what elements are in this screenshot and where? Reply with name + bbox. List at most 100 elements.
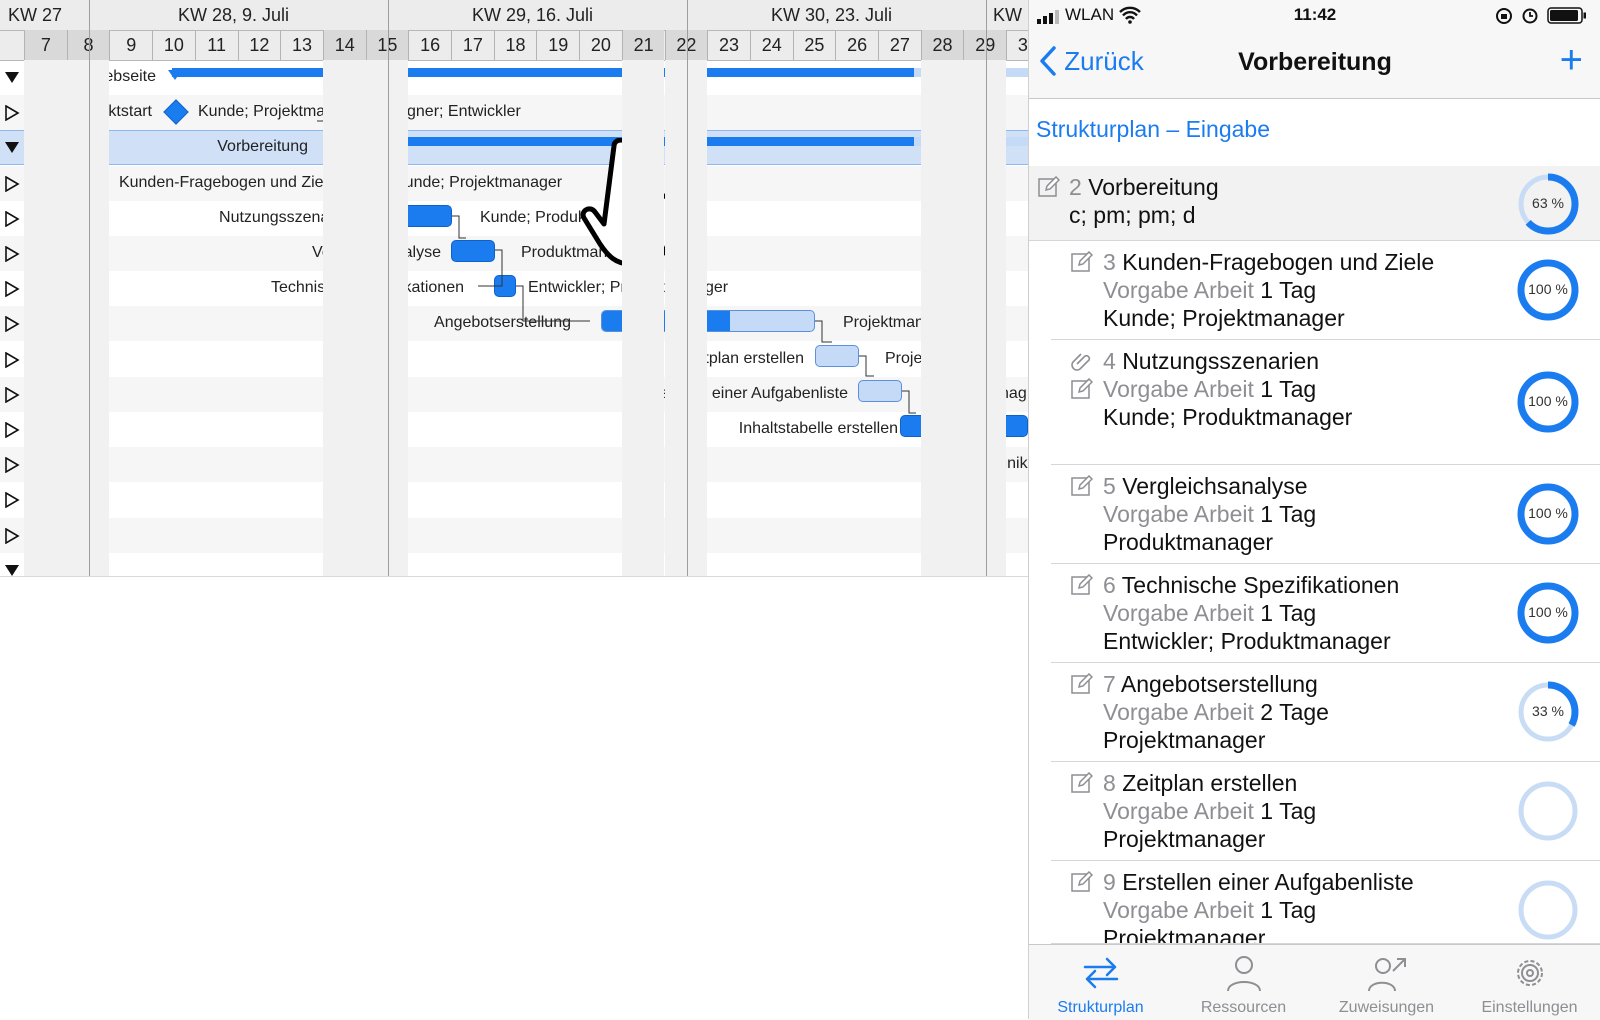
edit-icon[interactable]	[1071, 573, 1094, 596]
battery-icon	[1547, 7, 1587, 30]
task-number: 8	[1103, 770, 1116, 796]
task-row[interactable]	[0, 553, 1028, 576]
task-row[interactable]: 6 Technische Spezifikationen Vorgabe Arbe…	[1029, 564, 1600, 663]
disclosure-collapsed-icon[interactable]	[4, 175, 20, 192]
disclosure-expanded-icon[interactable]	[4, 70, 20, 86]
task-row[interactable]	[0, 518, 1028, 553]
progress-label: 100 %	[1528, 281, 1568, 297]
tab-zuweisungen[interactable]: Zuweisungen	[1315, 945, 1458, 1020]
attachment-icon[interactable]	[1071, 350, 1093, 372]
task-row[interactable]: 4 Nutzungsszenarien Vorgabe Arbeit 1 Tag K…	[1029, 340, 1600, 465]
task-row[interactable]: 7 Angebotserstellung Vorgabe Arbeit 2 Tag…	[1029, 663, 1600, 762]
edit-icon[interactable]	[1071, 250, 1094, 273]
structure-plan-link[interactable]: Strukturplan – Eingabe	[1036, 116, 1270, 143]
tab-ressourcen[interactable]: Ressourcen	[1172, 945, 1315, 1020]
task-row[interactable]	[0, 342, 1028, 377]
work-value: 2 Tage	[1260, 699, 1329, 725]
disclosure-collapsed-icon[interactable]	[4, 527, 20, 544]
disclosure-collapsed-icon[interactable]	[4, 280, 20, 298]
task-work: Vorgabe Arbeit 1 Tag	[1103, 277, 1316, 304]
disclosure-collapsed-icon[interactable]	[4, 491, 20, 509]
disclosure-collapsed-icon[interactable]	[4, 351, 20, 368]
day-header: 18	[493, 30, 537, 60]
task-detail-panel: WLAN 11:42 Zurück Vorbereitung + Struktu…	[1028, 0, 1600, 1020]
task-name: Vergleichsanalyse	[1122, 473, 1308, 499]
alarm-icon	[1521, 6, 1539, 29]
week-header: KW 30, 23. Juli	[687, 0, 986, 30]
task-bar[interactable]	[494, 275, 516, 297]
progress-label: 63 %	[1532, 195, 1564, 211]
disclosure-collapsed-icon[interactable]	[4, 245, 20, 263]
task-resources: Entwickler; Produktmanager	[1103, 628, 1391, 654]
task-bar[interactable]	[815, 345, 859, 367]
resource-names: Kunde; Produkt	[480, 208, 591, 226]
task-bar[interactable]	[858, 380, 902, 402]
rotation-lock-icon	[1495, 7, 1513, 30]
tab-label: Zuweisungen	[1338, 999, 1435, 1016]
task-bar[interactable]	[451, 240, 495, 262]
task-row[interactable]: 8 Zeitplan erstellen Vorgabe Arbeit 1 Tag…	[1029, 762, 1600, 861]
disclosure-collapsed-icon[interactable]	[4, 456, 20, 474]
weekend-shade	[920, 60, 964, 576]
task-name: Inhaltstabelle erstellen	[738, 420, 898, 437]
week-header: KW 27	[8, 5, 63, 25]
day-header: 16	[408, 30, 451, 60]
week-divider	[986, 0, 987, 576]
task-resources: Kunde; Projektmanager	[1103, 305, 1345, 331]
disclosure-collapsed-icon[interactable]	[4, 386, 20, 404]
edit-icon[interactable]	[1071, 672, 1094, 695]
tab-label: Strukturplan	[1057, 999, 1144, 1016]
edit-icon[interactable]	[1071, 474, 1094, 497]
disclosure-expanded-icon[interactable]	[4, 563, 20, 576]
disclosure-collapsed-icon[interactable]	[4, 104, 20, 122]
task-title: 4 Nutzungsszenarien	[1103, 348, 1319, 375]
day-header: 9	[109, 30, 152, 60]
day-header-row: 7891011121314151617181920212223242526272…	[0, 30, 1028, 61]
task-row[interactable]: 3 Kunden-Fragebogen und Ziele Vorgabe Arb…	[1029, 241, 1600, 340]
task-row-selected[interactable]	[0, 130, 1028, 166]
week-divider	[388, 0, 389, 576]
week-header: KW 29, 16. Juli	[388, 0, 687, 30]
parent-task-row[interactable]: 2 Vorbereitung c; pm; pm; d 63 %	[1029, 166, 1600, 241]
tab-einstellungen[interactable]: Einstellungen	[1458, 945, 1600, 1020]
task-row[interactable]: 5 Vergleichsanalyse Vorgabe Arbeit 1 Tag P…	[1029, 465, 1600, 564]
task-row[interactable]	[0, 482, 1028, 517]
disclosure-collapsed-icon[interactable]	[4, 315, 20, 333]
day-header: 12	[237, 30, 281, 60]
task-name: Vorbereitung	[217, 138, 308, 156]
edit-icon[interactable]	[1071, 377, 1094, 400]
day-header: 27	[878, 30, 921, 60]
disclosure-collapsed-icon[interactable]	[4, 210, 20, 228]
week-divider	[89, 0, 90, 576]
progress-ring	[1518, 880, 1578, 940]
day-header: 26	[835, 30, 878, 60]
weekend-shade	[664, 60, 708, 576]
disclosure-expanded-icon[interactable]	[4, 140, 20, 156]
edit-icon[interactable]	[1071, 771, 1094, 794]
work-value: 1 Tag	[1260, 376, 1317, 402]
task-number: 6	[1103, 572, 1116, 598]
task-work: Vorgabe Arbeit 1 Tag	[1103, 501, 1316, 528]
task-row[interactable]	[0, 236, 1028, 271]
task-name: Kunden-Fragebogen und Ziele	[1122, 249, 1435, 275]
resource-names: Kunde; Projektmanager	[394, 173, 563, 191]
summary-start-marker	[168, 70, 182, 80]
weekend-shade	[24, 60, 67, 576]
task-resources: Projektmanager	[1103, 925, 1266, 944]
summary-bar[interactable]	[168, 68, 1028, 80]
day-header: 20	[579, 30, 622, 60]
edit-icon[interactable]	[1038, 175, 1061, 198]
edit-icon[interactable]	[1071, 870, 1094, 893]
task-work: Vorgabe Arbeit 1 Tag	[1103, 600, 1316, 627]
task-title: 7 Angebotserstellung	[1103, 671, 1318, 698]
day-header: 22	[664, 30, 708, 60]
week-divider	[687, 0, 688, 576]
tab-strukturplan[interactable]: Strukturplan	[1029, 945, 1172, 1020]
gantt-chart[interactable]: KW 27 KW 28, 9. Juli KW 29, 16. Juli KW …	[0, 0, 1028, 577]
task-name: Technische Spezifikationen	[1121, 572, 1400, 598]
disclosure-collapsed-icon[interactable]	[4, 421, 20, 439]
task-row[interactable]	[0, 447, 1028, 482]
day-header: 7	[24, 30, 67, 60]
task-row[interactable]: 9 Erstellen einer Aufgabenliste Vorgabe A…	[1029, 861, 1600, 944]
add-button[interactable]: +	[1560, 40, 1583, 80]
